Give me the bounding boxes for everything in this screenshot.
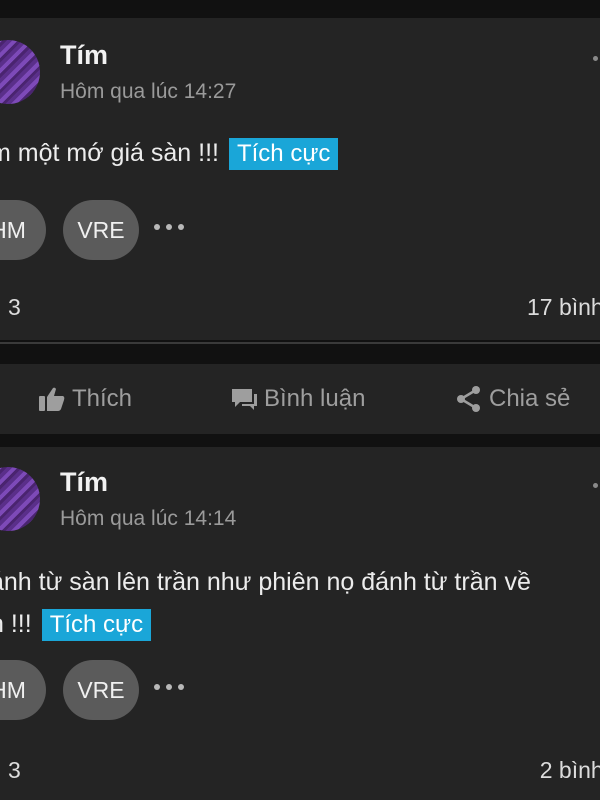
like-label: Thích	[72, 385, 133, 412]
share-icon	[457, 386, 480, 412]
comment-bubble-icon	[232, 389, 257, 410]
post-menu-icon[interactable]	[593, 483, 598, 488]
thumbs-up-icon	[39, 387, 65, 411]
author-name[interactable]: Tím	[60, 40, 108, 71]
divider	[0, 342, 600, 344]
post-content: ánh từ sàn lên trần như phiên nọ đánh từ…	[0, 561, 531, 645]
avatar[interactable]	[0, 40, 40, 104]
post-menu-icon[interactable]	[593, 56, 598, 61]
share-label: Chia sẻ	[489, 385, 571, 412]
comment-count[interactable]: 17 bình lu	[527, 294, 600, 321]
more-horizontal-icon[interactable]	[154, 224, 190, 234]
ticker-tag-vre[interactable]: VRE	[63, 660, 139, 720]
post-content: m một mớ giá sàn !!! Tích cực	[0, 132, 339, 174]
like-button[interactable]: Thích	[38, 364, 132, 434]
sentiment-badge: Tích cực	[41, 609, 152, 641]
author-name[interactable]: Tím	[60, 467, 108, 498]
comment-button[interactable]: Bình luận	[230, 364, 365, 434]
ticker-tag-hm[interactable]: HM	[0, 660, 46, 720]
avatar[interactable]	[0, 467, 40, 531]
post-text-line: ánh từ sàn lên trần như phiên nọ đánh từ…	[0, 568, 531, 596]
sentiment-badge: Tích cực	[228, 138, 339, 170]
post-text-line: n !!!	[0, 610, 32, 638]
post-card: Tím Hôm qua lúc 14:27 m một mớ giá sàn !…	[0, 18, 600, 340]
share-button[interactable]: Chia sẻ	[455, 364, 570, 434]
post-action-bar: Thích Bình luận Chia sẻ	[0, 364, 600, 434]
comment-count[interactable]: 2 bình lu	[540, 757, 600, 784]
ticker-tag-vre[interactable]: VRE	[63, 200, 139, 260]
ticker-tag-hm[interactable]: HM	[0, 200, 46, 260]
post-timestamp: Hôm qua lúc 14:14	[60, 507, 237, 530]
post-timestamp: Hôm qua lúc 14:27	[60, 80, 237, 103]
post-card: Tím Hôm qua lúc 14:14 ánh từ sàn lên trầ…	[0, 447, 600, 800]
like-count: 3	[8, 294, 21, 320]
like-count: 3	[8, 757, 21, 783]
comment-label: Bình luận	[264, 385, 366, 412]
post-text-line: m một mớ giá sàn !!!	[0, 139, 219, 167]
more-horizontal-icon[interactable]	[154, 684, 190, 694]
